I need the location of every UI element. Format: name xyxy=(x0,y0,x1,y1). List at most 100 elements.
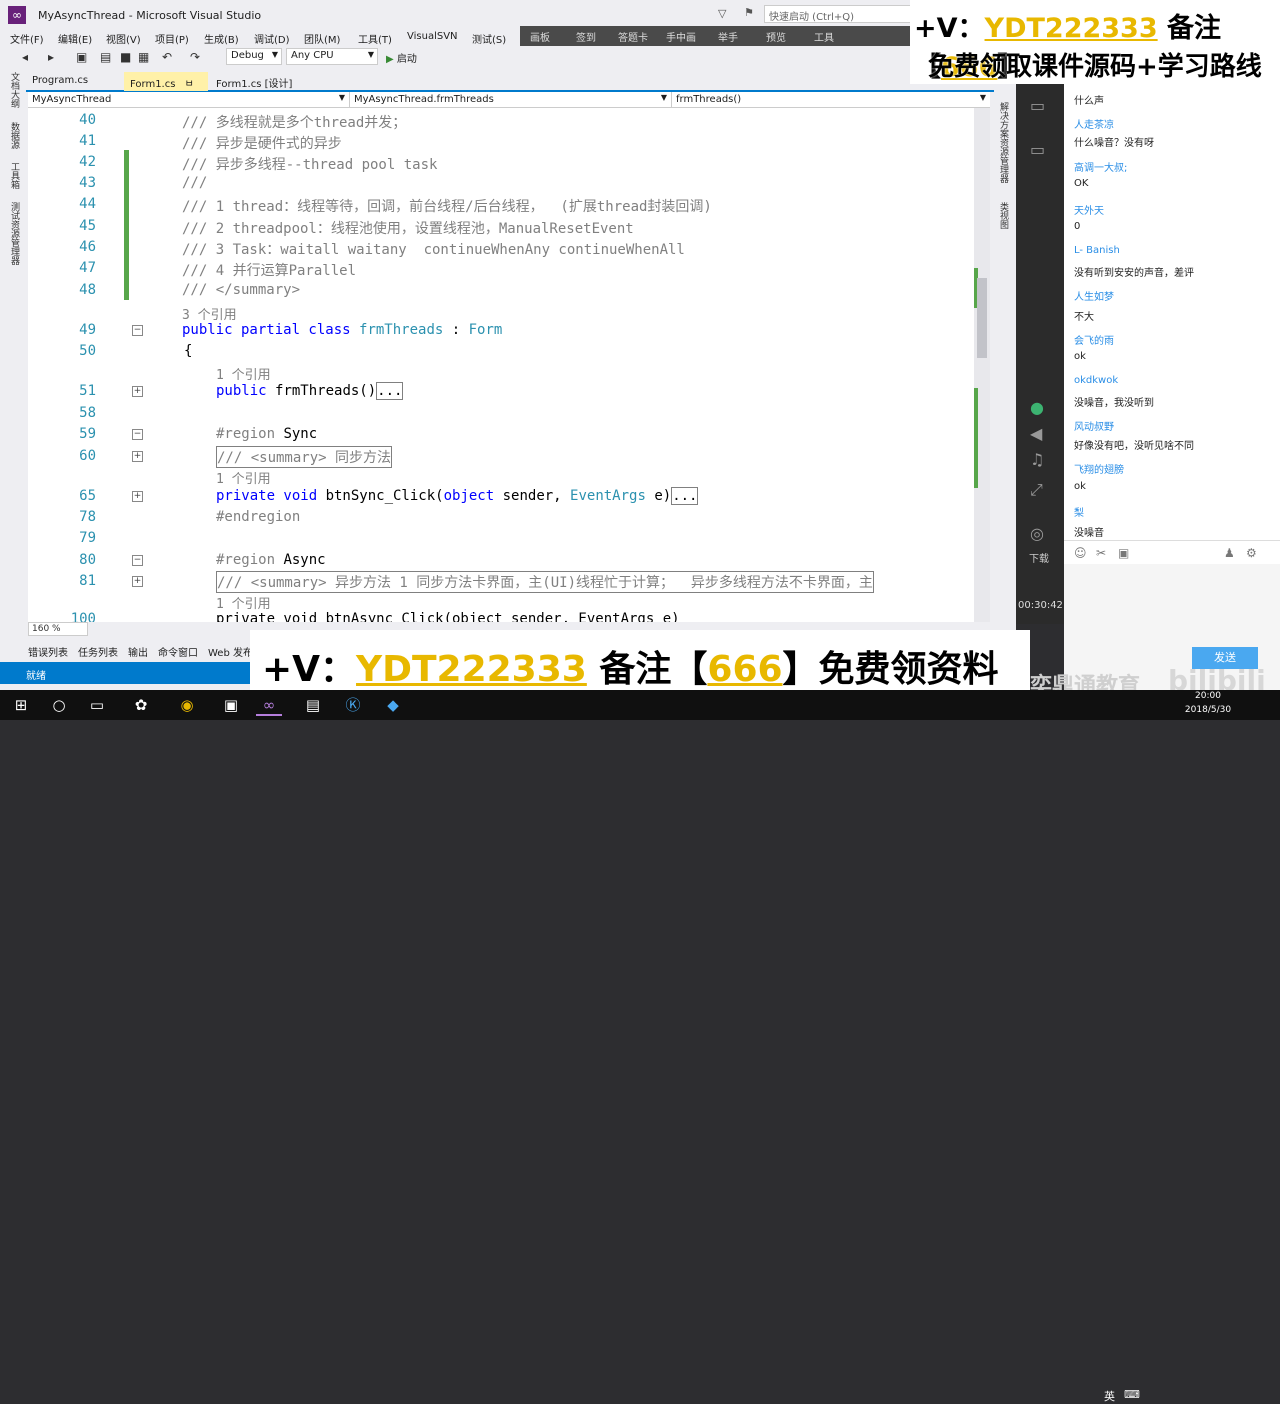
gear-icon[interactable]: ⚙ xyxy=(1246,546,1257,560)
collapsed-summary[interactable]: /// <summary> 同步方法 xyxy=(216,446,393,468)
collapse-toggle[interactable]: − xyxy=(132,325,143,336)
forward-icon[interactable]: ▸ xyxy=(48,50,54,64)
overlay-draw[interactable]: 手中画 xyxy=(666,29,696,44)
users-icon[interactable]: ♟ xyxy=(1224,546,1235,560)
expand-toggle[interactable]: + xyxy=(132,576,143,587)
camera-icon[interactable]: ▭ xyxy=(1030,140,1045,159)
open-file-icon[interactable]: ▤ xyxy=(100,50,111,64)
filter-icon[interactable]: ▽ xyxy=(718,7,726,20)
k-app-icon[interactable]: Ⓚ xyxy=(340,694,366,716)
save-icon[interactable]: ■ xyxy=(120,50,131,64)
notification-flag-icon[interactable]: ⚑ xyxy=(744,6,754,19)
redo-icon[interactable]: ↷ xyxy=(190,50,200,64)
chat-username[interactable]: 人生如梦 xyxy=(1074,288,1114,303)
tab-web-publish[interactable]: Web 发布 xyxy=(208,644,253,659)
speaker-icon[interactable]: ◀ xyxy=(1030,424,1042,443)
code-line[interactable]: public partial class frmThreads : Form xyxy=(182,322,502,338)
scrollbar-thumb[interactable] xyxy=(977,278,987,358)
start-button[interactable]: ▶ 启动 xyxy=(386,50,417,65)
project-dropdown[interactable]: MyAsyncThread ▼ xyxy=(28,92,350,107)
code-line[interactable]: /// 1 thread：线程等待，回调，前台线程/后台线程， (扩展threa… xyxy=(182,196,712,216)
code-line[interactable]: #endregion xyxy=(216,509,300,525)
menu-file[interactable]: 文件(F) xyxy=(10,31,44,46)
tab-solution-explorer[interactable]: 解决方案资源管理器 xyxy=(997,102,1010,183)
class-dropdown[interactable]: MyAsyncThread.frmThreads ▼ xyxy=(350,92,672,107)
code-line[interactable]: /// xyxy=(182,175,207,191)
chat-username[interactable]: 风动叔野 xyxy=(1074,418,1114,433)
code-line[interactable]: private void btnSync_Click(object sender… xyxy=(216,487,699,505)
platform-select[interactable]: Any CPU ▼ xyxy=(286,48,378,65)
chat-username[interactable]: 天外天 xyxy=(1074,202,1104,217)
screen-share-icon[interactable]: ▭ xyxy=(1030,96,1045,115)
code-editor[interactable]: 40 /// 多线程就是多个thread并发； 41 /// 异步是硬件式的异步… xyxy=(28,108,974,622)
chat-username[interactable]: 飞翔的翅膀 xyxy=(1074,461,1124,476)
code-line[interactable]: /// </summary> xyxy=(182,282,300,298)
image-icon[interactable]: ▣ xyxy=(1118,546,1129,560)
collapsed-block[interactable]: ... xyxy=(376,382,404,400)
collapse-toggle[interactable]: − xyxy=(132,429,143,440)
tab-task-list[interactable]: 任务列表 xyxy=(78,644,118,659)
tab-test-explorer[interactable]: 测试资源管理器 xyxy=(8,202,21,265)
folder-icon[interactable]: ▤ xyxy=(300,694,326,716)
menu-project[interactable]: 项目(P) xyxy=(155,31,189,46)
visual-studio-taskbar-icon[interactable]: ∞ xyxy=(256,694,282,716)
microphone-icon[interactable]: ● xyxy=(1030,398,1044,417)
system-clock[interactable]: 20:00 2018/5/30 xyxy=(1178,690,1238,715)
tab-output[interactable]: 输出 xyxy=(128,644,148,659)
tab-form1-cs[interactable]: Form1.cs ㅂ × xyxy=(124,72,208,101)
overlay-canvas[interactable]: 画板 xyxy=(530,29,550,44)
tab-data-sources[interactable]: 数据源 xyxy=(8,122,21,149)
chat-username[interactable]: 会飞的雨 xyxy=(1074,332,1114,347)
solution-config-select[interactable]: Debug ▼ xyxy=(226,48,282,65)
code-line[interactable]: /// 3 Task：waitall waitany continueWhenA… xyxy=(182,239,685,259)
tab-toolbox[interactable]: 工具箱 xyxy=(8,162,21,189)
collapse-toggle[interactable]: − xyxy=(132,555,143,566)
back-icon[interactable]: ◂ xyxy=(22,50,28,64)
code-line[interactable]: /// 异步多线程--thread pool task xyxy=(182,154,437,174)
scissors-icon[interactable]: ✂ xyxy=(1096,546,1106,560)
overlay-tools[interactable]: 工具 xyxy=(814,29,834,44)
code-line[interactable]: /// 多线程就是多个thread并发； xyxy=(182,112,406,132)
overlay-preview[interactable]: 预览 xyxy=(766,29,786,44)
member-dropdown[interactable]: frmThreads() ▼ xyxy=(672,92,990,107)
fullscreen-icon[interactable]: ⤢ xyxy=(1030,480,1043,500)
code-line[interactable]: /// 2 threadpool：线程池使用，设置线程池，ManualReset… xyxy=(182,218,634,238)
chrome-icon[interactable]: ◉ xyxy=(174,694,200,716)
collapsed-summary[interactable]: /// <summary> 异步方法 1 同步方法卡界面，主(UI)线程忙于计算… xyxy=(216,571,874,593)
tab-form1-designer[interactable]: Form1.cs [设计] xyxy=(210,72,320,91)
task-view-icon[interactable]: ▭ xyxy=(84,694,110,716)
code-line[interactable]: { xyxy=(184,343,192,359)
expand-toggle[interactable]: + xyxy=(132,491,143,502)
code-line[interactable]: /// 异步是硬件式的异步 xyxy=(182,133,342,153)
save-all-icon[interactable]: ▦ xyxy=(138,50,149,64)
chat-username[interactable]: 梨 xyxy=(1074,504,1084,519)
vertical-scrollbar[interactable] xyxy=(974,108,990,622)
search-icon[interactable]: ○ xyxy=(46,694,72,716)
menu-build[interactable]: 生成(B) xyxy=(204,31,239,46)
menu-test[interactable]: 测试(S) xyxy=(472,31,506,46)
tab-error-list[interactable]: 错误列表 xyxy=(28,644,68,659)
app-icon[interactable]: ◆ xyxy=(380,694,406,716)
input-method-icon[interactable]: ⌨ xyxy=(1124,1388,1140,1401)
menu-tools[interactable]: 工具(T) xyxy=(358,31,392,46)
new-project-icon[interactable]: ▣ xyxy=(76,50,87,64)
chat-username[interactable]: 高调一大叔; xyxy=(1074,159,1127,174)
chat-username[interactable]: 人走茶凉 xyxy=(1074,116,1114,131)
tab-command-window[interactable]: 命令窗口 xyxy=(158,644,198,659)
emoji-icon[interactable]: ☺ xyxy=(1074,546,1087,560)
code-line[interactable]: private void btnAsync_Click(object sende… xyxy=(216,611,680,622)
app-pinwheel-icon[interactable]: ✿ xyxy=(128,694,154,716)
code-line[interactable]: #region Sync xyxy=(216,426,317,442)
quick-launch-input[interactable]: 快速启动 (Ctrl+Q) xyxy=(764,5,914,23)
reference-count[interactable]: 1 个引用 xyxy=(216,593,271,612)
chat-username[interactable]: L- Banish xyxy=(1074,245,1120,256)
overlay-answer-card[interactable]: 答题卡 xyxy=(618,29,648,44)
menu-view[interactable]: 视图(V) xyxy=(106,31,141,46)
undo-icon[interactable]: ↶ xyxy=(162,50,172,64)
tab-class-view[interactable]: 类视图 xyxy=(997,202,1010,229)
code-line[interactable]: public frmThreads()... xyxy=(216,382,404,400)
music-icon[interactable]: ♫ xyxy=(1030,450,1044,469)
chat-username[interactable]: okdkwok xyxy=(1074,375,1118,386)
code-line[interactable]: /// 4 并行运算Parallel xyxy=(182,260,356,280)
collapsed-block[interactable]: ... xyxy=(671,487,699,505)
